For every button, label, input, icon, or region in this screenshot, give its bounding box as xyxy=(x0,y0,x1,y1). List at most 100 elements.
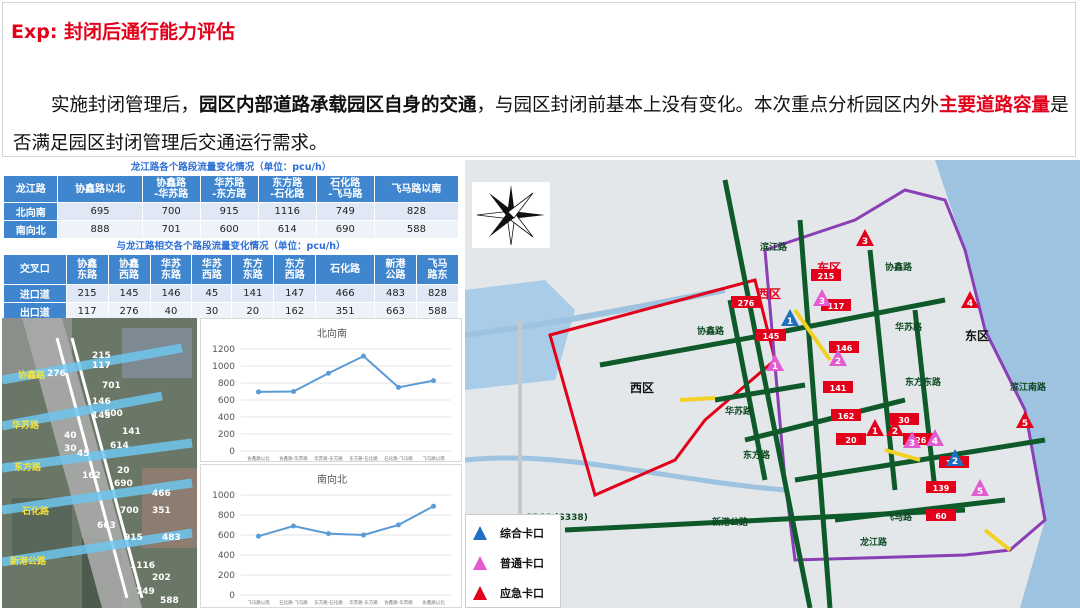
row-label: 进口道 xyxy=(3,284,67,303)
table-cell: 45 xyxy=(191,284,233,303)
table-cell: 145 xyxy=(107,284,151,303)
flow-label: 215 xyxy=(818,272,835,281)
data-point xyxy=(431,503,436,509)
table-cell: 215 xyxy=(65,284,109,303)
table-header-cell: 华苏 东路 xyxy=(149,254,193,285)
flow-label: 141 xyxy=(122,427,141,437)
chart-svg-0: 北向南 0 200 400 600 800 1000 1200 协鑫路以北 协鑫路-华苏路 华苏路-… xyxy=(212,327,451,462)
flow-label: 117 xyxy=(828,302,845,311)
chart-title: 北向南 xyxy=(317,327,347,340)
flow-label: 145 xyxy=(763,332,780,341)
legend-label: 综合卡口 xyxy=(500,527,544,540)
checkpoint-number: 1 xyxy=(772,362,778,372)
x-tick-label: 华苏路-东方路 xyxy=(314,455,343,462)
flow-label: 117 xyxy=(92,361,111,371)
table-cell: 466 xyxy=(315,284,376,303)
road-label: 石化路 xyxy=(21,505,50,517)
table-header-cell: 飞马路以南 xyxy=(373,175,460,203)
flow-label: 139 xyxy=(933,484,950,493)
flow-tables: 龙江路各个路段流量变化情况（单位：pcu/h） 龙江路 协鑫路以北 协鑫路 -华苏路华… xyxy=(0,160,462,321)
data-point xyxy=(256,533,261,539)
road-label: 华苏路 xyxy=(725,405,753,417)
checkpoint-number: 3 xyxy=(909,439,915,449)
data-point xyxy=(361,353,366,359)
table-header-cell: 华苏 西路 xyxy=(191,254,233,285)
triangle-icon xyxy=(473,526,487,540)
table-header-cell: 协鑫 西路 xyxy=(107,254,151,285)
data-point xyxy=(431,378,436,384)
table-cell: 600 xyxy=(199,220,259,239)
flow-label: 20 xyxy=(117,466,130,476)
road-label: 东方路 xyxy=(743,449,771,461)
table-cell: 614 xyxy=(257,220,317,239)
data-point xyxy=(326,370,331,376)
triangle-icon xyxy=(473,556,487,570)
x-tick-label: 协鑫路-华苏路 xyxy=(279,455,308,462)
table-cell: 828 xyxy=(415,284,460,303)
flow-label: 202 xyxy=(152,573,171,583)
y-tick-label: 1000 xyxy=(212,362,235,372)
data-point xyxy=(326,531,331,537)
table2-caption: 与龙江路相交各个路段流量变化情况（单位：pcu/h） xyxy=(116,241,346,252)
checkpoint-number: 4 xyxy=(932,437,938,447)
road-label: 东方路 xyxy=(14,461,42,473)
row-label: 南向北 xyxy=(2,220,59,239)
flow-label: 466 xyxy=(152,489,171,499)
table-cell: 695 xyxy=(57,202,143,221)
flow-label: 40 xyxy=(64,431,77,441)
table-cell: 483 xyxy=(374,284,417,303)
y-tick-label: 200 xyxy=(218,430,235,440)
flow-label: 30 xyxy=(64,444,77,454)
chart-svg-1: 南向北 0 200 400 600 800 1000 飞马路以南 石化路-飞马路 东方路-石化路华… xyxy=(212,473,451,606)
flow-label: 60 xyxy=(935,512,947,521)
table2-header-row: 交叉口 协鑫 东路 协鑫 西路 华苏 东路 华苏 西路 东方 东路 东方 西路 石化路 新港 公路 飞马 路东 xyxy=(3,254,460,285)
slide-title: Exp: 封闭后通行能力评估 xyxy=(11,21,236,43)
table-cell: 888 xyxy=(57,220,143,239)
table-cell: 749 xyxy=(315,202,375,221)
table-header-cell: 协鑫路以北 xyxy=(57,175,143,203)
table-cell: 1116 xyxy=(257,202,317,221)
y-tick-label: 600 xyxy=(218,396,235,406)
x-tick-label: 东方路-石化路 xyxy=(314,599,343,606)
data-point xyxy=(291,389,296,394)
para-part-3: ，与园区封闭前基本上没有变化。本次重点分析园区内外 xyxy=(476,95,940,116)
table-row: 进口道 215 145 146 45 141 147 466 483 828 xyxy=(3,284,460,303)
header-box: Exp: 封闭后通行能力评估 实施封闭管理后，园区内部道路承载园区自身的交通，与… xyxy=(2,2,1076,157)
x-tick-label: 华苏路-东方路 xyxy=(349,599,378,606)
y-tick-label: 400 xyxy=(218,413,235,423)
flow-label: 351 xyxy=(152,506,171,516)
x-tick-label: 飞马路以南 xyxy=(247,599,270,606)
flow-label: 600 xyxy=(104,409,123,419)
y-tick-label: 1000 xyxy=(212,491,235,501)
table-cell: 915 xyxy=(199,202,259,221)
flow-label: 614 xyxy=(110,441,129,451)
y-tick-label: 1200 xyxy=(212,345,235,355)
flow-label: 483 xyxy=(162,533,181,543)
flow-label: 162 xyxy=(82,471,101,481)
y-tick-label: 800 xyxy=(218,511,235,521)
data-point xyxy=(361,532,366,538)
checkpoint-number: 3 xyxy=(819,297,825,307)
checkpoint-number: 2 xyxy=(892,427,898,437)
y-tick-label: 400 xyxy=(218,551,235,561)
table1-caption: 龙江路各个路段流量变化情况（单位：pcu/h） xyxy=(130,162,332,173)
table-cell: 146 xyxy=(149,284,193,303)
legend-item: 综合卡口 xyxy=(472,521,544,545)
legend-label: 应急卡口 xyxy=(500,587,544,600)
chart-south-to-north: 南向北 0 200 400 600 800 1000 飞马路以南 石化路-飞马路 东方路-石化路华… xyxy=(200,464,462,608)
flow-label: 141 xyxy=(830,384,847,393)
table-row: 南向北 888 701 600 614 690 588 xyxy=(2,220,460,239)
table-cell: 700 xyxy=(141,202,201,221)
table-header-cell: 协鑫路 -华苏路 xyxy=(141,175,201,203)
y-tick-label: 0 xyxy=(229,447,235,457)
table-header-cell: 东方 东路 xyxy=(231,254,275,285)
checkpoint-number: 1 xyxy=(787,317,793,327)
y-tick-label: 200 xyxy=(218,571,235,581)
checkpoint-number: 1 xyxy=(872,427,878,437)
legend-item: 应急卡口 xyxy=(472,581,544,605)
row-label: 北向南 xyxy=(2,202,59,221)
table-header-cell: 飞马 路东 xyxy=(415,254,460,285)
intro-paragraph: 实施封闭管理后，园区内部道路承载园区自身的交通，与园区封闭前基本上没有变化。本次… xyxy=(13,87,1069,163)
compass-icon xyxy=(476,185,545,246)
chart-north-to-south: 北向南 0 200 400 600 800 1000 1200 协鑫路以北 协鑫路-华苏路 华苏路-… xyxy=(200,318,462,462)
